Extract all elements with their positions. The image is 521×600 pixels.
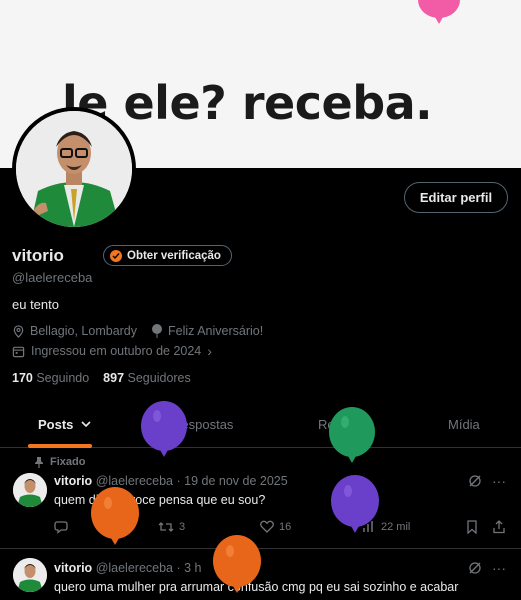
post-author-handle[interactable]: @laelereceba	[96, 561, 173, 575]
followers-count: 897	[103, 371, 125, 385]
edit-profile-button[interactable]: Editar perfil	[404, 182, 508, 213]
active-tab-indicator	[28, 444, 92, 448]
like-count: 16	[279, 520, 292, 533]
post-date[interactable]: · 3 h	[177, 561, 202, 575]
share-button[interactable]	[492, 520, 506, 534]
follow-stats: 170 Seguindo 897 Seguidores	[12, 371, 191, 385]
repost-icon	[158, 522, 174, 532]
pinned-label: Fixado	[50, 456, 86, 468]
pinned-indicator: Fixado	[34, 456, 85, 468]
post-author-name[interactable]: vitorio	[54, 561, 92, 575]
repost-button[interactable]: 3	[158, 520, 185, 534]
tab-media-label: Mídia	[448, 417, 480, 432]
joined-text: Ingressou em outubro de 2024	[31, 344, 202, 358]
tab-posts[interactable]: Posts	[38, 417, 92, 432]
balloon-icon	[213, 535, 261, 593]
joined-item[interactable]: Ingressou em outubro de 2024 ›	[12, 343, 212, 359]
profile-handle: @laelereceba	[12, 270, 93, 285]
location-icon	[13, 324, 24, 338]
chevron-down-icon	[81, 421, 91, 428]
profile-meta-row: Bellagio, Lombardy Feliz Aniversário!	[12, 324, 263, 338]
balloon-icon	[329, 407, 375, 463]
reply-button[interactable]	[54, 520, 69, 534]
view-count: 22 mil	[381, 520, 411, 533]
profile-avatar[interactable]	[12, 107, 136, 231]
profile-bio: eu tento	[12, 297, 59, 312]
location-text: Bellagio, Lombardy	[30, 324, 138, 338]
profile-name: vitorio	[12, 246, 64, 265]
heart-icon	[260, 520, 274, 533]
birthday-item: Feliz Aniversário!	[151, 324, 263, 338]
following-count: 170	[12, 371, 33, 385]
verified-badge-icon	[110, 249, 122, 262]
share-icon	[493, 520, 505, 534]
chevron-right-icon: ›	[207, 343, 212, 359]
post-avatar[interactable]	[13, 558, 47, 592]
bookmark-icon	[467, 520, 477, 534]
tab-media[interactable]: Mídia	[448, 417, 480, 432]
balloon-icon	[152, 324, 163, 338]
balloon-icon	[418, 0, 460, 24]
followers-label: Seguidores	[127, 371, 191, 385]
get-verified-label: Obter verificação	[127, 249, 221, 262]
birthday-text: Feliz Aniversário!	[168, 324, 264, 338]
balloon-icon	[91, 487, 139, 545]
grok-icon[interactable]	[468, 474, 482, 488]
profile-tabs: Posts Respostas Reposts Mídia	[0, 403, 521, 448]
balloon-icon	[331, 475, 379, 533]
location-item: Bellagio, Lombardy	[12, 324, 137, 338]
post-corner-actions: ···	[468, 473, 506, 489]
more-options-icon[interactable]: ···	[492, 473, 506, 489]
reply-icon	[54, 521, 68, 534]
grok-icon[interactable]	[468, 561, 482, 575]
tab-posts-label: Posts	[38, 417, 74, 432]
post-header: vitorio @laelereceba · 3 h	[54, 561, 202, 575]
avatar-image	[16, 111, 132, 227]
post-avatar[interactable]	[13, 473, 47, 507]
repost-count: 3	[179, 521, 186, 533]
get-verified-button[interactable]: Obter verificação	[103, 245, 232, 266]
post-corner-actions: ···	[468, 560, 506, 576]
balloon-icon	[141, 401, 187, 457]
pin-icon	[35, 456, 43, 468]
post-author-name[interactable]: vitorio	[54, 474, 92, 488]
like-button[interactable]: 16	[260, 520, 291, 533]
following-link[interactable]: 170 Seguindo	[12, 371, 89, 385]
followers-link[interactable]: 897 Seguidores	[103, 371, 191, 385]
calendar-icon	[12, 346, 25, 357]
bookmark-button[interactable]	[466, 520, 478, 534]
more-options-icon[interactable]: ···	[492, 560, 506, 576]
post-text: quem diabos voce pensa que eu sou?	[54, 493, 266, 507]
post-date[interactable]: · 19 de nov de 2025	[177, 474, 288, 488]
banner-text: le ele? receba.	[62, 76, 433, 130]
following-label: Seguindo	[36, 371, 90, 385]
